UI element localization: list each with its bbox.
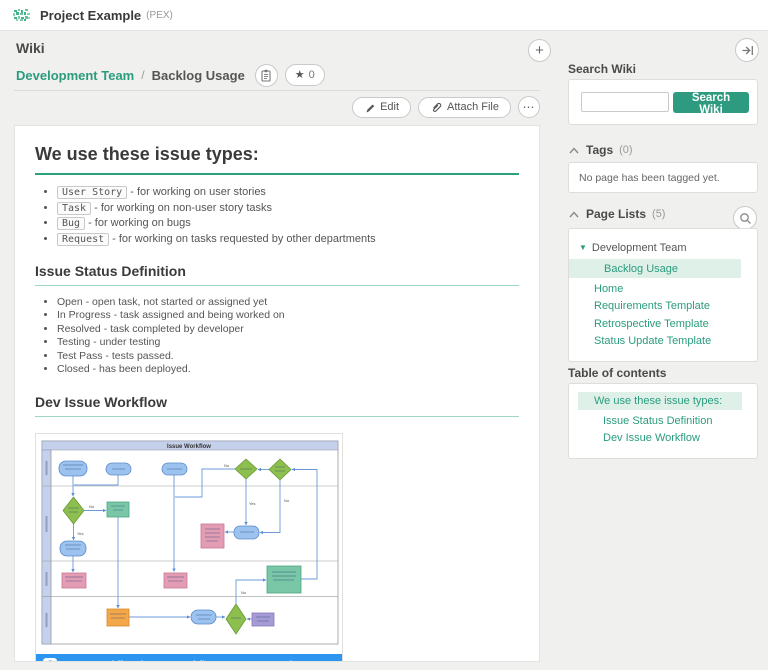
toc-panel: We use these issue types: Issue Status D… <box>568 383 758 459</box>
arrow-to-bar-icon <box>742 45 753 55</box>
content-divider <box>14 90 540 91</box>
page-lists-section-header[interactable]: Page Lists (5) <box>568 207 665 221</box>
article-title: We use these issue types: <box>35 144 519 175</box>
app-header: Project Example (PEX) <box>0 0 768 31</box>
embed-title-link[interactable]: Issue Workflow / Issue Workflow <box>64 660 274 661</box>
toc-item-active[interactable]: We use these issue types: <box>578 392 742 410</box>
next-page-button[interactable] <box>326 660 335 662</box>
star-icon: ★ <box>294 68 305 81</box>
list-item: Testing - under testing <box>57 336 519 349</box>
workflow-diagram-embed[interactable]: Issue Workflow No Yes No No Yes No <box>35 433 343 662</box>
attach-file-button[interactable]: Attach File <box>418 96 511 118</box>
edit-button[interactable]: Edit <box>352 96 412 118</box>
project-title: Project Example <box>40 7 142 23</box>
list-item: Bug- for working on bugs <box>57 216 519 232</box>
breadcrumb-current: Backlog Usage <box>151 67 245 83</box>
page-list-item[interactable]: Status Update Template <box>569 333 757 351</box>
tags-panel: No page has been tagged yet. <box>568 162 758 193</box>
svg-text:No: No <box>224 463 230 468</box>
pencil-icon <box>366 104 375 112</box>
chevron-up-icon <box>569 210 579 217</box>
more-actions-button[interactable]: ⋯ <box>518 96 540 118</box>
page-list-item[interactable]: Retrospective Template <box>569 315 757 333</box>
prev-page-button[interactable] <box>310 660 319 662</box>
search-wiki-label: Search Wiki <box>568 62 636 76</box>
list-item: Resolved - task completed by developer <box>57 323 519 336</box>
plus-icon: + <box>535 42 544 59</box>
toc-label: Table of contents <box>568 366 667 380</box>
workflow-diagram-image: Issue Workflow No Yes No No Yes No <box>41 441 339 645</box>
list-item: Request- for working on tasks requested … <box>57 232 519 248</box>
tags-section-header[interactable]: Tags (0) <box>568 143 633 157</box>
wiki-article: We use these issue types: User Story- fo… <box>14 125 540 662</box>
status-heading: Issue Status Definition <box>35 263 519 286</box>
page-list-item[interactable]: Requirements Template <box>569 298 757 316</box>
page-lists-panel: ▼ Development Team Backlog Usage Home Re… <box>568 228 758 362</box>
caret-down-icon: ▼ <box>579 243 587 252</box>
svg-text:Yes: Yes <box>249 501 256 506</box>
svg-text:Issue Workflow: Issue Workflow <box>167 444 211 450</box>
backlog-logo[interactable] <box>12 8 32 22</box>
paperclip-icon <box>433 102 442 112</box>
cacoo-logo: C <box>43 658 57 661</box>
svg-text:No: No <box>241 590 247 595</box>
page-list-item[interactable]: Home <box>569 280 757 298</box>
list-item: Test Pass - tests passed. <box>57 350 519 363</box>
clipboard-icon <box>261 69 271 82</box>
wiki-search-input[interactable] <box>581 92 669 112</box>
copy-page-button[interactable] <box>254 63 278 87</box>
workflow-heading: Dev Issue Workflow <box>35 394 519 418</box>
tags-title: Tags <box>586 143 614 157</box>
search-wiki-button[interactable]: Search Wiki <box>673 91 749 116</box>
page-lists-search-button[interactable] <box>733 206 757 230</box>
list-item: Task- for working on non-user story task… <box>57 201 519 217</box>
page-list-item-active[interactable]: Backlog Usage <box>569 259 741 278</box>
svg-text:Yes: Yes <box>77 531 84 536</box>
page-actions: Edit Attach File ⋯ <box>14 96 540 118</box>
list-item: Closed - has been deployed. <box>57 363 519 376</box>
breadcrumb: Development Team / Backlog Usage ★ 0 <box>16 63 325 87</box>
list-item: In Progress - task assigned and being wo… <box>57 309 519 322</box>
status-list: Open - open task, not started or assigne… <box>35 296 519 376</box>
tags-empty-message: No page has been tagged yet. <box>579 171 720 184</box>
page-lists-title: Page Lists <box>586 207 647 221</box>
toc-item[interactable]: Issue Status Definition <box>569 412 757 429</box>
collapse-sidebar-button[interactable] <box>735 38 759 62</box>
toc-item[interactable]: Dev Issue Workflow <box>569 429 757 446</box>
svg-text:No: No <box>89 504 95 509</box>
page-lists-count: (5) <box>652 208 666 220</box>
star-count: 0 <box>308 69 315 81</box>
chevron-right-icon <box>326 660 335 662</box>
breadcrumb-separator: / <box>141 68 145 82</box>
list-item: Open - open task, not started or assigne… <box>57 296 519 309</box>
wiki-section-label: Wiki <box>16 40 45 56</box>
svg-text:No: No <box>284 498 290 503</box>
chevron-left-icon <box>310 660 319 662</box>
ellipsis-icon: ⋯ <box>522 100 536 114</box>
breadcrumb-parent-link[interactable]: Development Team <box>16 68 134 83</box>
issue-type-list: User Story- for working on user stories … <box>35 185 519 247</box>
page-indicator: 1 / 1 <box>281 660 300 661</box>
tree-node-development-team[interactable]: ▼ Development Team <box>569 239 757 257</box>
search-icon <box>739 212 751 224</box>
add-wiki-page-button[interactable]: + <box>528 39 551 62</box>
star-button[interactable]: ★ 0 <box>284 64 325 86</box>
tags-count: (0) <box>619 144 633 156</box>
embed-footer-bar: C Issue Workflow / Issue Workflow 1 / 1 <box>36 654 342 662</box>
list-item: User Story- for working on user stories <box>57 185 519 201</box>
chevron-up-icon <box>569 146 579 153</box>
project-key: (PEX) <box>146 9 173 21</box>
search-wiki-panel: Search Wiki <box>568 79 758 125</box>
